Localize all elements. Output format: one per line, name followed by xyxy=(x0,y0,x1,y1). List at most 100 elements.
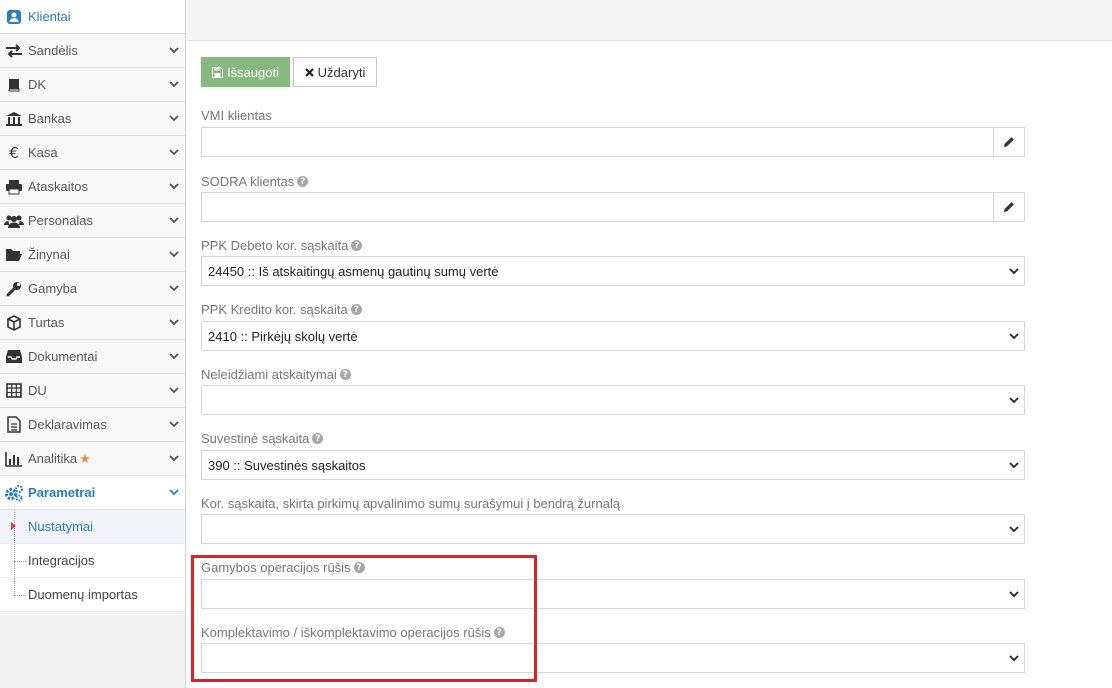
sidebar-item-label: DU xyxy=(28,383,47,398)
book-icon xyxy=(4,75,24,95)
caret-right-icon xyxy=(11,522,16,530)
sidebar-item-klientai[interactable]: Klientai xyxy=(0,0,185,34)
pencil-icon xyxy=(1004,202,1014,212)
help-icon[interactable]: ? xyxy=(351,240,363,251)
sidebar-item-bankas[interactable]: Bankas xyxy=(0,102,185,136)
sidebar-item-label: Ataskaitos xyxy=(28,179,88,194)
euro-icon: € xyxy=(9,143,19,162)
folder-icon xyxy=(4,245,24,265)
sidebar-item-dokumentai[interactable]: Dokumentai xyxy=(0,340,185,374)
ppk-debit-label-text: PPK Debeto kor. sąskaita xyxy=(201,238,349,253)
sidebar-item-zinynai[interactable]: Žinynai xyxy=(0,238,185,272)
sidebar-item-analitika[interactable]: Analitika ★ xyxy=(0,442,185,476)
users-icon xyxy=(4,211,24,231)
sidebar-item-gamyba[interactable]: Gamyba xyxy=(0,272,185,306)
sidebar-item-du[interactable]: DU xyxy=(0,374,185,408)
summary-account-value: 390 :: Suvestinės sąskaitos xyxy=(208,457,366,473)
ppk-credit-label: PPK Kredito kor. sąskaita? xyxy=(201,302,362,317)
sodra-client-field xyxy=(201,192,1025,222)
submenu-item-label: Nustatymai xyxy=(28,519,94,534)
sidebar-item-label: Analitika ★ xyxy=(28,451,167,467)
close-button[interactable]: Uždaryti xyxy=(293,57,377,87)
production-operation-select[interactable] xyxy=(201,579,1025,609)
sidebar-item-label: Gamyba xyxy=(28,281,78,296)
sidebar-item-label: Klientai xyxy=(28,9,71,24)
ppk-credit-value: 2410 :: Pirkėjų skolų vertė xyxy=(208,328,358,344)
ppk-debit-value: 24450 :: Iš atskaitingų asmenų gautinų s… xyxy=(208,263,499,279)
rounding-account-select[interactable] xyxy=(201,514,1025,544)
chevron-down-icon xyxy=(167,319,181,326)
sidebar-item-label: Personalas xyxy=(28,213,94,228)
chevron-down-icon xyxy=(167,455,181,462)
nondeductible-label-text: Neleidžiami atskaitymai xyxy=(201,367,337,382)
sidebar-item-ataskaitos[interactable]: Ataskaitos xyxy=(0,170,185,204)
inbox-icon xyxy=(4,347,24,367)
help-icon[interactable]: ? xyxy=(312,433,324,444)
summary-account-label: Suvestinė sąskaita? xyxy=(201,431,324,446)
vmi-client-edit-button[interactable] xyxy=(993,128,1024,156)
close-icon xyxy=(304,67,314,77)
sidebar-item-label: DK xyxy=(28,77,47,92)
sodra-client-input[interactable] xyxy=(202,193,993,221)
floppy-disk-icon xyxy=(211,66,223,78)
sodra-client-label-text: SODRA klientas xyxy=(201,174,295,189)
sodra-client-edit-button[interactable] xyxy=(993,193,1024,221)
nondeductible-select[interactable] xyxy=(201,385,1025,415)
vmi-client-label-text: VMI klientas xyxy=(201,108,272,123)
ppk-debit-select[interactable]: 24450 :: Iš atskaitingų asmenų gautinų s… xyxy=(201,256,1025,286)
submenu-item-integracijos[interactable]: Integracijos xyxy=(0,544,185,578)
print-icon xyxy=(4,177,24,197)
sidebar-item-label: Parametrai xyxy=(28,485,96,500)
help-icon[interactable]: ? xyxy=(350,304,362,315)
summary-account-select[interactable]: 390 :: Suvestinės sąskaitos xyxy=(201,450,1025,480)
chevron-down-icon xyxy=(1004,654,1024,662)
help-icon[interactable]: ? xyxy=(297,176,309,187)
chevron-down-icon xyxy=(1004,461,1024,469)
chevron-down-icon xyxy=(167,285,181,292)
tree-branch xyxy=(14,561,26,562)
sidebar-item-dk[interactable]: DK xyxy=(0,68,185,102)
sidebar-item-label: Turtas xyxy=(28,315,65,330)
ppk-credit-select[interactable]: 2410 :: Pirkėjų skolų vertė xyxy=(201,321,1025,351)
sidebar-item-kasa[interactable]: € Kasa xyxy=(0,136,185,170)
tree-branch xyxy=(14,595,26,596)
help-icon[interactable]: ? xyxy=(493,627,505,638)
production-operation-label: Gamybos operacijos rūšis? xyxy=(201,560,365,575)
save-button[interactable]: Išsaugoti xyxy=(201,57,290,87)
submenu-item-duomenu-importas[interactable]: Duomenų importas xyxy=(0,578,185,612)
sidebar-item-analitika-text: Analitika xyxy=(28,450,78,466)
summary-account-label-text: Suvestinė sąskaita xyxy=(201,431,310,446)
ppk-credit-label-text: PPK Kredito kor. sąskaita xyxy=(201,302,348,317)
chevron-down-icon xyxy=(1004,525,1024,533)
chevron-down-icon xyxy=(167,251,181,258)
sidebar-item-turtas[interactable]: Turtas xyxy=(0,306,185,340)
help-icon[interactable]: ? xyxy=(339,369,351,380)
submenu-item-nustatymai[interactable]: Nustatymai xyxy=(0,510,185,544)
chevron-down-icon xyxy=(167,387,181,394)
chevron-down-icon xyxy=(167,183,181,190)
sidebar-item-parametrai[interactable]: Parametrai xyxy=(0,476,185,510)
pencil-icon xyxy=(1004,137,1014,147)
sidebar-item-deklaravimas[interactable]: Deklaravimas xyxy=(0,408,185,442)
submenu-item-label: Integracijos xyxy=(28,553,95,568)
parametrai-submenu: Nustatymai Integracijos Duomenų importas xyxy=(0,510,185,612)
sodra-client-label: SODRA klientas? xyxy=(201,174,309,189)
chevron-down-icon xyxy=(1004,332,1024,340)
vmi-client-input[interactable] xyxy=(202,128,993,156)
vmi-client-label: VMI klientas xyxy=(201,108,272,123)
bank-icon xyxy=(4,109,24,129)
assembly-operation-label: Komplektavimo / iškomplektavimo operacij… xyxy=(201,625,505,640)
chevron-down-icon xyxy=(1004,590,1024,598)
sidebar-item-sandelis[interactable]: Sandėlis xyxy=(0,34,185,68)
help-icon[interactable]: ? xyxy=(353,562,365,573)
sidebar-item-label: Kasa xyxy=(28,145,58,160)
sidebar-item-personalas[interactable]: Personalas xyxy=(0,204,185,238)
chevron-down-icon xyxy=(167,489,181,496)
wrench-icon xyxy=(4,279,24,299)
exchange-icon xyxy=(4,41,24,61)
assembly-operation-select[interactable] xyxy=(201,643,1025,673)
save-button-label: Išsaugoti xyxy=(226,64,280,80)
tree-line xyxy=(14,578,15,594)
file-icon xyxy=(4,415,24,435)
sidebar: Klientai Sandėlis DK Bankas € Kasa Atask… xyxy=(0,0,186,688)
